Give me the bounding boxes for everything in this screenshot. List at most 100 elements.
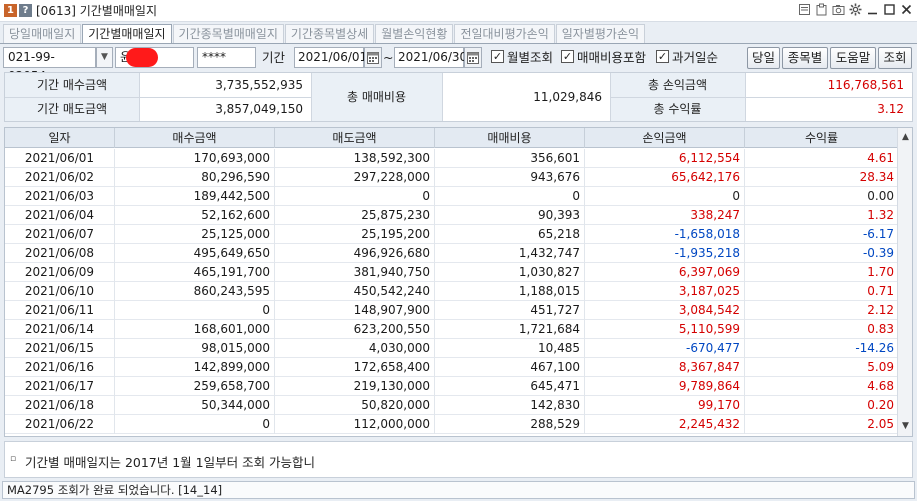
divider <box>442 73 443 121</box>
cell-date: 2021/06/16 <box>5 358 115 377</box>
cell-cost: 645,471 <box>435 377 585 396</box>
cell-cost: 90,393 <box>435 206 585 225</box>
monthly-query-checkbox[interactable]: ✓ <box>491 50 504 63</box>
cell-date: 2021/06/15 <box>5 339 115 358</box>
cell-sell: 219,130,000 <box>275 377 435 396</box>
notice-panel: ▫ 기간별 매매일지는 2017년 1월 1일부터 조회 가능합니 <box>4 441 913 478</box>
period-sell-label: 기간 매도금액 <box>5 97 139 121</box>
column-header-return[interactable]: 수익률 <box>745 128 898 148</box>
camera-icon[interactable] <box>831 3 845 17</box>
divider <box>610 97 912 98</box>
table-row[interactable]: 2021/06/17 259,658,700 219,130,000 645,471 9… <box>5 377 898 396</box>
table-row[interactable]: 2021/06/14 168,601,000 623,200,550 1,721,68… <box>5 320 898 339</box>
tab-prev-day-valuation[interactable]: 전일대비평가손익 <box>454 24 555 43</box>
tab-bar: 당일매매일지 기간별매매일지 기간종목별매매일지 기간종목별상세 월별손익현황 … <box>0 24 646 44</box>
password-field[interactable]: **** <box>197 47 256 68</box>
tab-monthly-pnl[interactable]: 월별손익현황 <box>375 24 454 43</box>
start-date-field[interactable]: 2021/06/01 <box>294 47 367 68</box>
tab-daily-valuation[interactable]: 일자별평가손익 <box>555 24 646 43</box>
column-header-buy[interactable]: 매수금액 <box>115 128 275 148</box>
tab-period-stock-detail[interactable]: 기간종목별상세 <box>284 24 375 43</box>
cell-cost: 467,100 <box>435 358 585 377</box>
table-row[interactable]: 2021/06/22 0 112,000,000 288,529 2,245,432 2.… <box>5 415 898 434</box>
cell-buy: 189,442,500 <box>115 187 275 206</box>
divider <box>311 73 312 121</box>
divider <box>5 97 311 98</box>
column-header-date[interactable]: 일자 <box>5 128 115 148</box>
cell-date: 2021/06/04 <box>5 206 115 225</box>
scroll-up-icon[interactable]: ▲ <box>898 130 912 145</box>
table-row[interactable]: 2021/06/10 860,243,595 450,542,240 1,188,01… <box>5 282 898 301</box>
account-number-field[interactable]: 021-99-02054 <box>3 47 96 83</box>
bullet-icon: ▫ <box>10 454 17 464</box>
end-date-field[interactable]: 2021/06/30 <box>394 47 467 68</box>
cell-pnl: 6,112,554 <box>585 149 745 168</box>
clipboard-icon[interactable] <box>814 3 828 17</box>
tab-today-journal[interactable]: 당일매매일지 <box>3 24 82 43</box>
end-date-calendar-icon[interactable] <box>464 47 482 68</box>
help-icon[interactable]: ? <box>19 4 32 17</box>
window-controls <box>797 3 913 17</box>
cell-return: 28.34 <box>859 170 894 184</box>
table-row[interactable]: 2021/06/02 80,296,590 297,228,000 943,676 65… <box>5 168 898 187</box>
table-row[interactable]: 2021/06/16 142,899,000 172,658,400 467,100 8… <box>5 358 898 377</box>
total-pnl-label: 총 손익금액 <box>610 73 745 97</box>
memo-icon[interactable] <box>797 3 811 17</box>
table-row[interactable]: 2021/06/15 98,015,000 4,030,000 10,485 -670,… <box>5 339 898 358</box>
table-scrollbar[interactable]: ▲ ▼ <box>897 128 912 436</box>
cell-buy: 259,658,700 <box>115 377 275 396</box>
table-row[interactable]: 2021/06/07 25,125,000 25,195,200 65,218 -1,6… <box>5 225 898 244</box>
table-row[interactable]: 2021/06/04 52,162,600 25,875,230 90,393 338,… <box>5 206 898 225</box>
cell-date: 2021/06/10 <box>5 282 115 301</box>
cell-sell: 172,658,400 <box>275 358 435 377</box>
column-header-sell[interactable]: 매도금액 <box>275 128 435 148</box>
minimize-icon[interactable] <box>865 3 879 17</box>
tab-period-stock-journal[interactable]: 기간종목별매매일지 <box>172 24 284 43</box>
include-cost-checkbox[interactable]: ✓ <box>561 50 574 63</box>
cell-sell: 450,542,240 <box>275 282 435 301</box>
cell-return: 1.32 <box>867 208 894 222</box>
query-button[interactable]: 조회 <box>878 47 912 69</box>
start-date-calendar-icon[interactable] <box>364 47 382 68</box>
cell-buy: 25,125,000 <box>115 225 275 244</box>
cell-cost: 1,432,747 <box>435 244 585 263</box>
cell-pnl: 65,642,176 <box>585 168 745 187</box>
journal-table: 일자 매수금액 매도금액 매매비용 손익금액 수익률 2021/06/01 170… <box>4 127 913 437</box>
table-row[interactable]: 2021/06/09 465,191,700 381,940,750 1,030,82… <box>5 263 898 282</box>
cell-buy: 52,162,600 <box>115 206 275 225</box>
help-button[interactable]: 도움말 <box>830 47 876 69</box>
cell-sell: 496,926,680 <box>275 244 435 263</box>
account-dropdown-arrow-icon[interactable]: ▼ <box>96 47 113 68</box>
cell-cost: 10,485 <box>435 339 585 358</box>
cell-buy: 860,243,595 <box>115 282 275 301</box>
cell-date: 2021/06/11 <box>5 301 115 320</box>
cell-return: -14.26 <box>855 341 894 355</box>
close-icon[interactable] <box>899 3 913 17</box>
redaction-mark <box>126 48 158 67</box>
period-sell-value: 3,857,049,150 <box>215 102 303 116</box>
window-number-badge[interactable]: 1 <box>4 4 17 17</box>
cell-cost: 1,721,684 <box>435 320 585 339</box>
column-header-pnl[interactable]: 손익금액 <box>585 128 745 148</box>
settings-icon[interactable] <box>848 3 862 17</box>
table-row[interactable]: 2021/06/08 495,649,650 496,926,680 1,432,74… <box>5 244 898 263</box>
column-header-cost[interactable]: 매매비용 <box>435 128 585 148</box>
table-row[interactable]: 2021/06/11 0 148,907,900 451,727 3,084,542 2.… <box>5 301 898 320</box>
cell-pnl: 2,245,432 <box>585 415 745 434</box>
past-date-order-checkbox[interactable]: ✓ <box>656 50 669 63</box>
table-row[interactable]: 2021/06/18 50,344,000 50,820,000 142,830 99,… <box>5 396 898 415</box>
maximize-icon[interactable] <box>882 3 896 17</box>
tab-period-journal[interactable]: 기간별매매일지 <box>82 24 172 44</box>
summary-panel: 기간 매수금액 3,735,552,935 기간 매도금액 3,857,049,… <box>4 72 913 122</box>
cell-sell: 381,940,750 <box>275 263 435 282</box>
cell-date: 2021/06/09 <box>5 263 115 282</box>
today-button[interactable]: 당일 <box>747 47 780 69</box>
by-stock-button[interactable]: 종목별 <box>782 47 828 69</box>
table-row[interactable]: 2021/06/01 170,693,000 138,592,300 356,601 6… <box>5 149 898 168</box>
cell-buy: 142,899,000 <box>115 358 275 377</box>
cell-sell: 4,030,000 <box>275 339 435 358</box>
cell-cost: 288,529 <box>435 415 585 434</box>
cell-sell: 0 <box>275 187 435 206</box>
scroll-down-icon[interactable]: ▼ <box>898 419 912 434</box>
table-row[interactable]: 2021/06/03 189,442,500 0 0 0 0.00 <box>5 187 898 206</box>
